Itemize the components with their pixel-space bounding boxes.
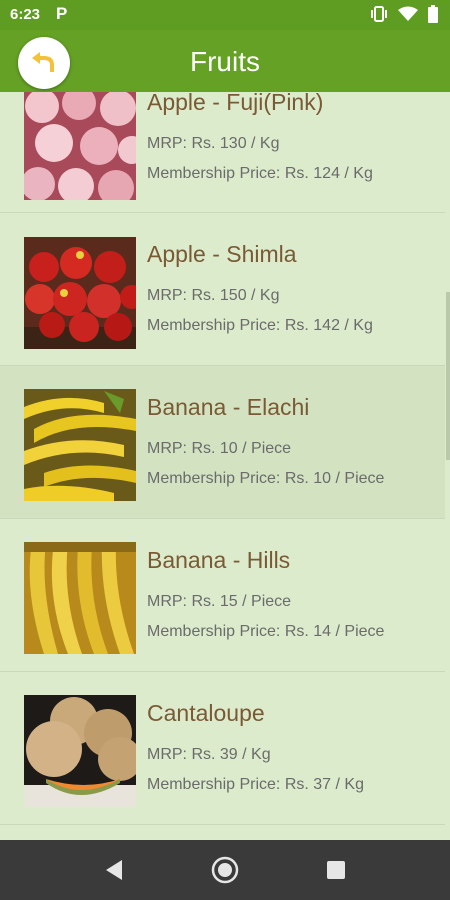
product-item[interactable]: Apple - Fuji(Pink) MRP: Rs. 130 / Kg Mem… — [0, 92, 445, 213]
triangle-back-icon — [106, 860, 122, 880]
product-membership-price: Membership Price: Rs. 142 / Kg — [147, 317, 373, 334]
square-recents-icon — [327, 861, 345, 879]
nav-home-button[interactable] — [209, 854, 241, 886]
nav-back-button[interactable] — [98, 854, 130, 886]
product-image-apple-shimla — [24, 237, 136, 349]
app-bar: Fruits — [0, 30, 450, 92]
product-mrp: MRP: Rs. 150 / Kg — [147, 287, 280, 304]
app-indicator: P — [56, 4, 68, 23]
circle-home-icon — [211, 856, 239, 884]
product-name: Apple - Shimla — [147, 241, 297, 267]
product-item[interactable]: Banana - Hills MRP: Rs. 15 / Piece Membe… — [0, 519, 445, 672]
product-image-apple-fuji — [24, 92, 136, 200]
product-mrp: MRP: Rs. 130 / Kg — [147, 135, 280, 152]
product-mrp: MRP: Rs. 15 / Piece — [147, 593, 292, 610]
product-membership-price: Membership Price: Rs. 10 / Piece — [147, 470, 385, 487]
product-list[interactable]: Apple - Fuji(Pink) MRP: Rs. 130 / Kg Mem… — [0, 92, 450, 840]
product-name: Banana - Hills — [147, 547, 291, 573]
product-item[interactable]: Cantaloupe MRP: Rs. 39 / Kg Membership P… — [0, 672, 445, 825]
product-name: Apple - Fuji(Pink) — [147, 92, 324, 115]
product-membership-price: Membership Price: Rs. 124 / Kg — [147, 165, 373, 182]
product-image-banana-hills — [24, 542, 136, 654]
navigation-bar — [0, 840, 450, 900]
status-bar: 6:23 P — [0, 0, 450, 30]
vibrate-icon — [371, 6, 387, 22]
product-name: Banana - Elachi — [147, 394, 310, 420]
scrollbar[interactable] — [446, 292, 450, 460]
page-title: Fruits — [190, 46, 260, 77]
status-time: 6:23 — [10, 6, 41, 23]
product-membership-price: Membership Price: Rs. 37 / Kg — [147, 776, 364, 793]
status-icons — [370, 5, 438, 23]
product-item[interactable]: Banana - Elachi MRP: Rs. 10 / Piece Memb… — [0, 366, 445, 519]
wifi-icon — [398, 6, 418, 21]
product-image-cantaloupe — [24, 695, 136, 807]
product-image-banana-elachi — [24, 389, 136, 501]
product-item[interactable]: Apple - Shimla MRP: Rs. 150 / Kg Members… — [0, 213, 445, 366]
product-mrp: MRP: Rs. 39 / Kg — [147, 746, 271, 763]
battery-icon — [428, 5, 438, 23]
product-name: Cantaloupe — [147, 700, 265, 726]
product-membership-price: Membership Price: Rs. 14 / Piece — [147, 623, 385, 640]
nav-recents-button[interactable] — [320, 854, 352, 886]
product-mrp: MRP: Rs. 10 / Piece — [147, 440, 292, 457]
